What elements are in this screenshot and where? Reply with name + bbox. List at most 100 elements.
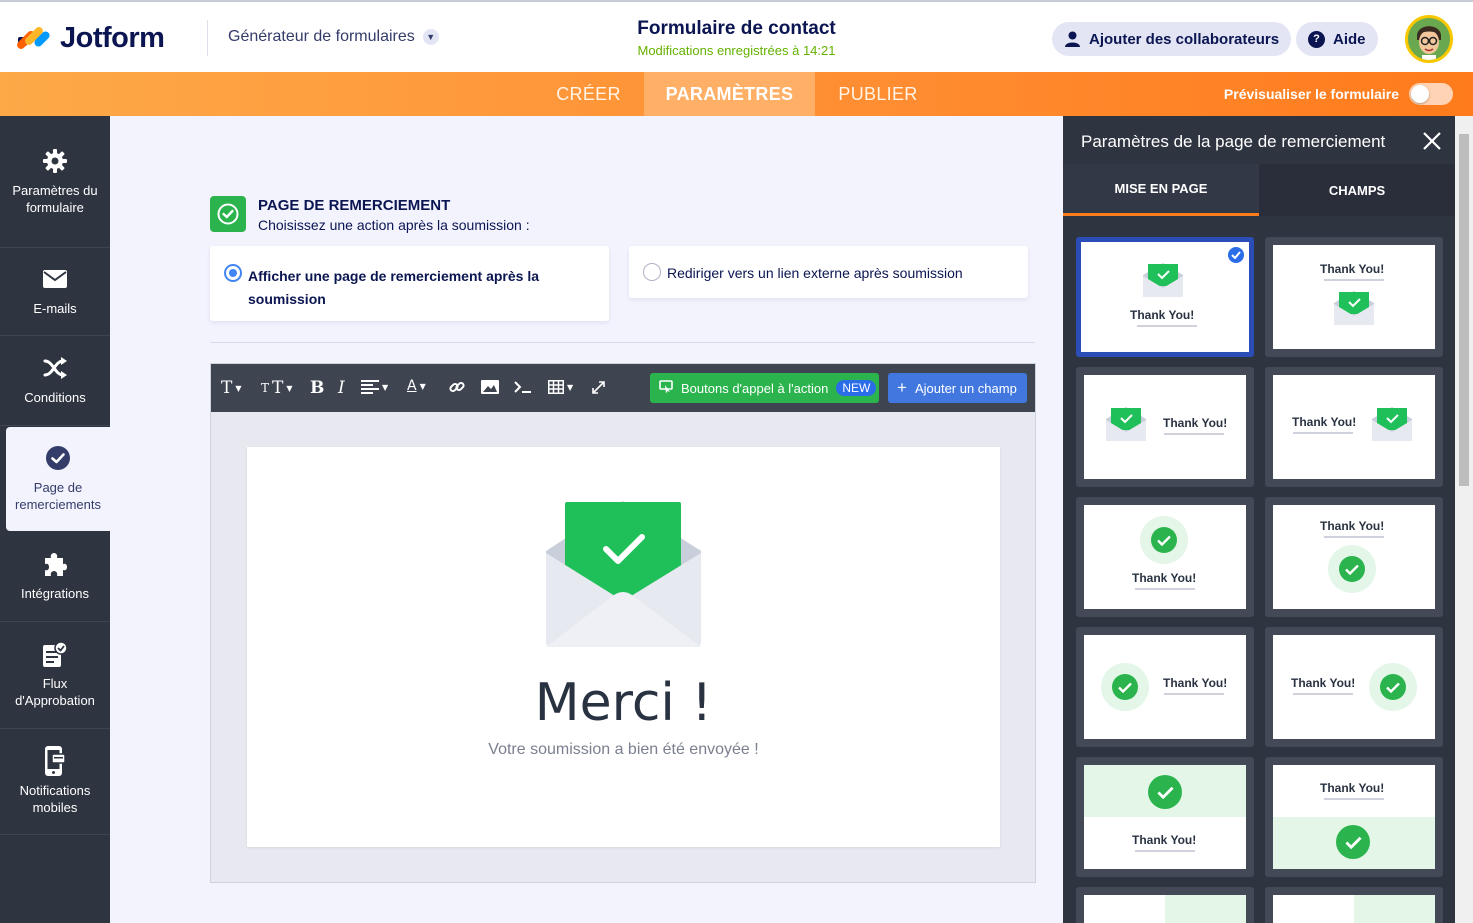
thank-you-preview[interactable]: Merci ! Votre soumission a bien été envo…: [247, 447, 1000, 847]
sidebar-item-thank-you[interactable]: Page de remerciements: [6, 427, 110, 531]
help-label: Aide: [1333, 30, 1366, 48]
layout-tile-6[interactable]: Thank You!: [1265, 497, 1443, 617]
layout-tile-10[interactable]: Thank You!: [1265, 757, 1443, 877]
builder-menu[interactable]: Générateur de formulaires ▼: [228, 28, 439, 46]
font-size-button[interactable]: T T ▼: [261, 378, 293, 398]
cta-icon: [659, 380, 673, 396]
close-icon[interactable]: [1423, 130, 1441, 156]
add-field-label: Ajouter un champ: [914, 380, 1017, 396]
text-color-button[interactable]: A ▼: [407, 378, 426, 394]
puzzle-icon: [42, 551, 68, 577]
preview-form-control[interactable]: Prévisualiser le formulaire: [1224, 83, 1453, 105]
new-badge: NEW: [836, 380, 877, 396]
tile-text: Thank You!: [1320, 262, 1385, 276]
table-icon[interactable]: ▼: [548, 380, 573, 394]
thank-you-section-header: PAGE DE REMERCIEMENT Choisissez une acti…: [210, 196, 530, 233]
jotform-logo[interactable]: Jotform: [15, 22, 165, 55]
fullscreen-icon[interactable]: [591, 380, 606, 395]
option-redirect-external[interactable]: Rediriger vers un lien externe après sou…: [629, 246, 1028, 298]
envelope-icon: [1143, 263, 1183, 297]
align-button[interactable]: ▼: [361, 380, 388, 394]
chevron-down-icon: ▼: [422, 29, 439, 45]
tile-text: Thank You!: [1320, 781, 1385, 795]
italic-button[interactable]: I: [338, 378, 345, 398]
image-icon[interactable]: [481, 380, 499, 394]
option-show-thank-you-page[interactable]: Afficher une page de remerciement après …: [210, 246, 609, 321]
sidebar-item-label: E-mails: [33, 301, 77, 316]
main-content: PAGE DE REMERCIEMENT Choisissez une acti…: [110, 116, 1063, 923]
selected-check-icon: [1226, 245, 1246, 265]
tab-parametres[interactable]: PARAMÈTRES: [644, 72, 815, 116]
preview-toggle[interactable]: [1409, 83, 1453, 105]
sidebar-item-label: Paramètres du formulaire: [12, 182, 98, 215]
sidebar-item-label: Flux d'Approbation: [15, 676, 95, 708]
approval-icon: [42, 641, 68, 667]
tab-creer[interactable]: CRÉER: [534, 72, 643, 116]
bold-button[interactable]: B: [310, 378, 324, 398]
cta-label: Boutons d'appel à l'action: [681, 380, 829, 396]
check-circle-icon: [1328, 545, 1376, 593]
check-circle-icon: [1101, 663, 1149, 711]
radio-redirect[interactable]: [643, 263, 661, 281]
builder-nav: CRÉER PARAMÈTRES PUBLIER Prévisualiser l…: [0, 72, 1473, 116]
layout-tile-9[interactable]: Thank You!: [1076, 757, 1254, 877]
add-field-button[interactable]: + Ajouter un champ: [888, 373, 1027, 403]
tile-text: Thank You!: [1320, 519, 1385, 533]
header-divider: [207, 20, 208, 56]
tab-fields[interactable]: CHAMPS: [1259, 164, 1455, 216]
text-style-button[interactable]: T ▼: [221, 378, 242, 398]
sidebar-item-approval-flows[interactable]: Flux d'Approbation: [0, 622, 110, 729]
question-icon: ?: [1308, 30, 1325, 48]
thank-you-editor: T ▼ T T ▼ B I ▼ A ▼ ▼ Boutons d'appel à …: [210, 363, 1036, 883]
envelope-check-illustration: [546, 501, 701, 652]
logo-text: Jotform: [60, 22, 165, 54]
radio-show-thank-you[interactable]: [224, 264, 242, 282]
section-divider: [210, 342, 1035, 343]
layout-tile-3[interactable]: Thank You!: [1076, 367, 1254, 487]
tile-text: Thank You!: [1132, 571, 1197, 585]
panel-scrollbar[interactable]: [1455, 116, 1473, 923]
tile-text: Thank You!: [1130, 308, 1195, 322]
layout-tile-12[interactable]: [1265, 887, 1443, 923]
layout-tile-4[interactable]: Thank You!: [1265, 367, 1443, 487]
panel-tabs: MISE EN PAGE CHAMPS: [1063, 164, 1455, 216]
sidebar-item-form-settings[interactable]: Paramètres du formulaire: [0, 116, 110, 248]
code-icon[interactable]: [514, 380, 532, 394]
check-circle-icon: [1140, 516, 1188, 564]
sidebar-item-emails[interactable]: E-mails: [0, 248, 110, 336]
envelope-icon: [1334, 291, 1374, 325]
check-circle-icon: [1148, 775, 1182, 809]
layout-tile-8[interactable]: Thank You!: [1265, 627, 1443, 747]
tab-layout[interactable]: MISE EN PAGE: [1063, 164, 1259, 216]
option-redirect-label: Rediriger vers un lien externe après sou…: [667, 265, 963, 281]
tile-text: Thank You!: [1163, 676, 1228, 690]
jotform-logo-icon: [15, 23, 52, 55]
tile-text: Thank You!: [1292, 415, 1357, 429]
section-title: PAGE DE REMERCIEMENT: [258, 197, 451, 214]
tab-publier[interactable]: PUBLIER: [816, 72, 940, 116]
check-circle-icon: [45, 445, 71, 471]
sidebar-item-conditions[interactable]: Conditions: [0, 336, 110, 426]
layout-tile-1[interactable]: Thank You!: [1076, 237, 1254, 357]
editor-toolbar: T ▼ T T ▼ B I ▼ A ▼ ▼ Boutons d'appel à …: [211, 364, 1035, 412]
check-circle-icon: [1336, 825, 1370, 859]
cta-buttons-button[interactable]: Boutons d'appel à l'action NEW: [650, 373, 879, 403]
layout-tile-11[interactable]: [1076, 887, 1254, 923]
link-icon[interactable]: [449, 379, 465, 395]
sidebar-item-integrations[interactable]: Intégrations: [0, 532, 110, 622]
scrollbar-thumb[interactable]: [1459, 134, 1469, 486]
add-collaborators-button[interactable]: Ajouter des collaborateurs: [1052, 22, 1292, 56]
tile-text: Thank You!: [1132, 833, 1197, 847]
envelope-icon: [1106, 407, 1146, 441]
sidebar-item-mobile-notifications[interactable]: Notifications mobiles: [0, 729, 110, 835]
layout-tile-5[interactable]: Thank You!: [1076, 497, 1254, 617]
shuffle-icon: [42, 355, 68, 381]
help-button[interactable]: ? Aide: [1296, 22, 1378, 56]
user-icon: [1064, 31, 1081, 48]
avatar[interactable]: [1405, 15, 1453, 63]
add-collaborators-label: Ajouter des collaborateurs: [1089, 30, 1280, 48]
check-square-icon: [210, 196, 246, 232]
settings-sidebar: Paramètres du formulaire E-mails Conditi…: [0, 116, 110, 923]
layout-tile-2[interactable]: Thank You!: [1265, 237, 1443, 357]
layout-tile-7[interactable]: Thank You!: [1076, 627, 1254, 747]
